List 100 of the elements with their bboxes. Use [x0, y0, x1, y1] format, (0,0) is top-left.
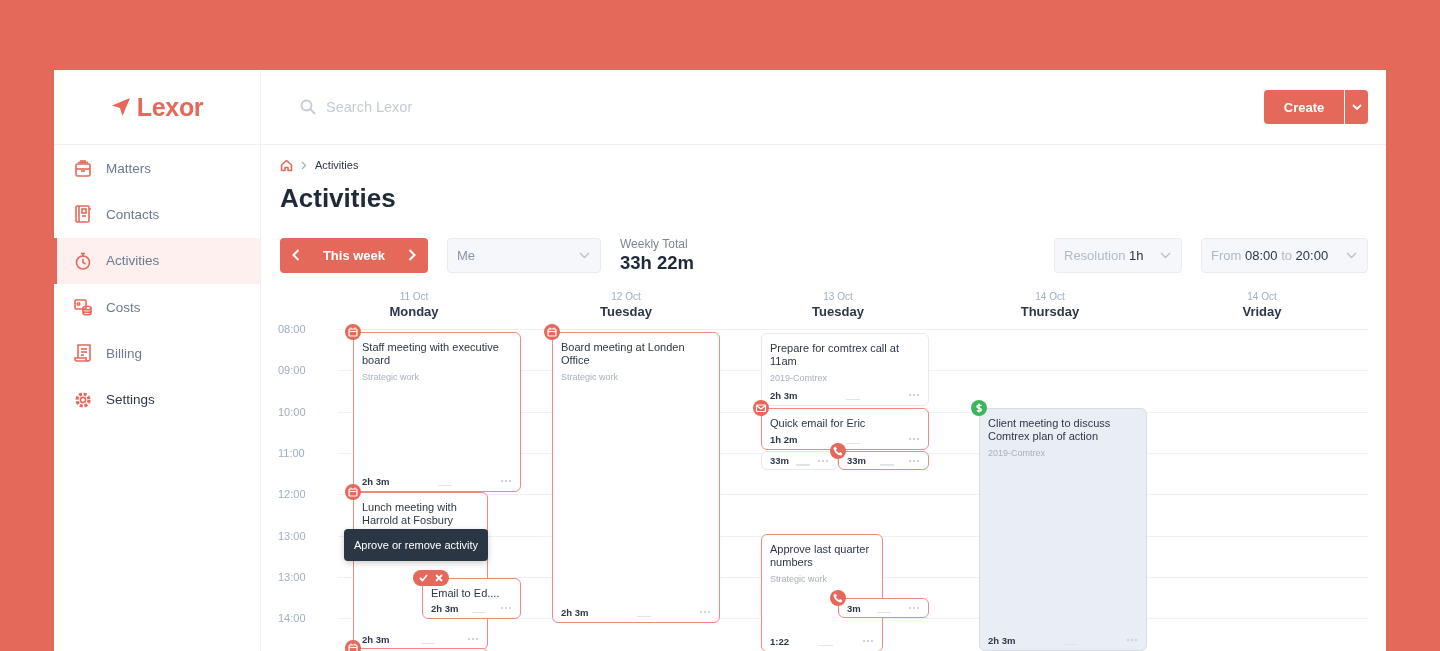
resize-handle[interactable] [880, 464, 894, 466]
activity-title: Quick email for Eric [770, 417, 867, 430]
day-date: 12 Oct [611, 291, 641, 302]
stopwatch-icon [73, 250, 93, 271]
activity-card[interactable]: Email to Ed.... 2h 3m [422, 578, 521, 619]
chevron-right-icon [408, 249, 416, 261]
time-label: 11:00 [278, 445, 305, 460]
sidebar-item[interactable]: Settings [54, 376, 260, 423]
activity-category: Strategic work [362, 372, 421, 382]
activity-duration: 2h 3m [362, 475, 390, 487]
activity-card[interactable]: Prepare for comtrex call at 11am 2019-Comtrex 2h 3m [761, 333, 929, 406]
activity-duration: 2h 3m [770, 389, 798, 401]
briefcase-icon [73, 158, 93, 179]
search-icon [300, 99, 316, 115]
more-icon[interactable] [500, 479, 512, 483]
day-name: Tuesday [600, 304, 652, 319]
activity-title: Lunch meeting with Harrold at Fosbury [362, 501, 458, 527]
activity-card[interactable]: 3m [838, 598, 929, 618]
caret-down-icon [579, 251, 590, 259]
calendar-icon [345, 484, 361, 500]
day-date: 13 Oct [823, 291, 853, 302]
activity-card[interactable]: Quick email for Eric 1h 2m [761, 408, 929, 450]
day-name: Vriday [1242, 304, 1282, 319]
home-icon[interactable] [280, 158, 293, 172]
resize-handle[interactable] [472, 611, 487, 614]
tooltip: Aprove or remove activity [344, 529, 489, 561]
resize-handle[interactable] [796, 464, 810, 466]
dropdown-button[interactable] [1345, 90, 1368, 124]
time-label: 14:00 [278, 611, 306, 626]
coins-icon [73, 297, 93, 318]
chevron-right-icon [301, 160, 307, 170]
day-name: Thursday [1020, 304, 1080, 319]
search-field[interactable]: Search Lexor [324, 98, 648, 116]
phone-icon [830, 590, 846, 606]
resize-handle[interactable] [421, 642, 436, 645]
day-name: Tuesday [812, 304, 864, 319]
sidebar-item[interactable]: Activities [54, 237, 260, 284]
activity-duration: 3m [847, 602, 861, 614]
resize-handle[interactable] [818, 644, 833, 647]
day-date: 14 Oct [1247, 291, 1277, 302]
activity-category: Strategic work [770, 574, 829, 584]
activity-title: Staff meeting with executive board [362, 341, 500, 367]
activity-card[interactable]: 33m [838, 451, 929, 470]
sidebar-item[interactable]: Billing [54, 330, 260, 377]
activity-duration: 2h 3m [988, 634, 1016, 646]
activity-duration: 2h 3m [561, 606, 589, 618]
more-icon[interactable] [908, 437, 920, 441]
day-date: 14 Oct [1035, 291, 1065, 302]
time-range-select[interactable]: From 08:00 to 20:00 [1201, 237, 1368, 273]
more-icon[interactable] [908, 606, 920, 610]
day-date: 11 Oct [399, 291, 429, 302]
activity-title: Prepare for comtrex call at 11am [770, 342, 900, 368]
more-icon[interactable] [908, 458, 920, 463]
resize-handle[interactable] [877, 611, 892, 614]
activity-title: Approve last quarter numbers [770, 543, 871, 569]
day-name: Monday [389, 304, 439, 319]
activity-duration: 2h 3m [362, 633, 390, 645]
activity-duration: 1:22 [770, 635, 789, 647]
weekly-total-label: Weekly Total [620, 236, 689, 251]
more-icon[interactable] [500, 606, 512, 610]
resolution-select[interactable]: Resolution 1h [1054, 237, 1182, 273]
mail-icon [753, 400, 769, 416]
more-icon[interactable] [467, 637, 479, 641]
time-label: 10:00 [278, 404, 306, 419]
sidebar-item[interactable]: Costs [54, 283, 260, 331]
navigation-arrow-icon [110, 97, 131, 117]
activity-category: 2019-Comtrex [770, 373, 829, 383]
time-label: 09:00 [278, 363, 306, 378]
phone-icon [830, 443, 846, 459]
resize-handle[interactable] [636, 615, 651, 618]
breadcrumb-link[interactable]: Activities [315, 159, 359, 171]
caret-down-icon [1346, 251, 1357, 259]
activity-duration: 33m [847, 455, 866, 466]
activity-title: Client meeting to discuss Comtrex plan of action [988, 417, 1112, 443]
more-icon[interactable] [908, 393, 920, 397]
more-icon[interactable] [862, 639, 874, 643]
time-label: 13:00 [278, 528, 306, 543]
activity-card[interactable]: Client meeting to discuss Comtrex plan of action 2019-Comtrex 2h 3m [979, 408, 1147, 651]
caret-down-icon [1160, 251, 1171, 259]
activity-card[interactable]: 33m [761, 451, 838, 470]
page-title: Activities [280, 183, 397, 213]
resize-handle[interactable] [845, 398, 860, 401]
resize-handle[interactable] [845, 442, 860, 445]
more-icon[interactable] [817, 458, 829, 463]
sidebar-item[interactable]: Contacts [54, 191, 260, 238]
activity-category: 2019-Comtrex [988, 448, 1047, 458]
sidebar-item[interactable]: Matters [54, 145, 260, 192]
activity-duration: 1h 2m [770, 433, 798, 445]
time-label: 13:00 [278, 569, 306, 584]
notebook-icon [73, 204, 93, 225]
dollar-icon [971, 400, 987, 416]
chevron-left-icon [292, 249, 300, 261]
activity-card[interactable]: Staff meeting with executive board Strategic work 2h 3m [353, 332, 521, 492]
resize-handle[interactable] [437, 484, 452, 487]
calendar-icon [544, 324, 560, 340]
activity-category: Strategic work [561, 372, 620, 382]
activity-duration: 33m [770, 455, 789, 466]
more-icon[interactable] [699, 610, 711, 614]
close-icon [435, 574, 443, 582]
activity-card[interactable]: Board meeting at Londen Office Strategic work 2h 3m [552, 332, 720, 623]
